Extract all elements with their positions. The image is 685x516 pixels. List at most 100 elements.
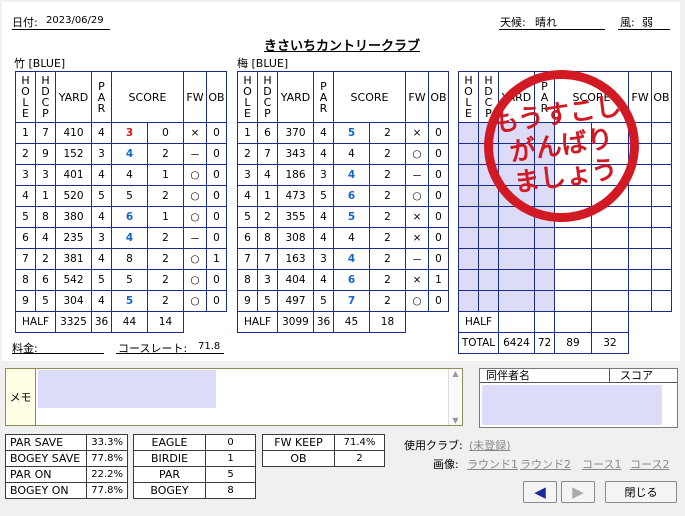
course3-cell <box>458 290 479 312</box>
stats3-row: OB 2 <box>262 450 385 467</box>
course2-score-cell: 6 <box>333 185 370 207</box>
weather-value: 晴れ <box>535 16 557 29</box>
course3-cell <box>590 227 630 249</box>
course1-fw-cell: － <box>183 143 207 165</box>
memo-input[interactable] <box>38 370 216 408</box>
course3-cell <box>458 164 479 186</box>
course1-par-cell: 3 <box>91 227 112 249</box>
course1-par-cell: 3 <box>91 143 112 165</box>
course1-ob-cell: 0 <box>206 143 227 165</box>
back-arrow-icon: ◀ <box>534 483 546 501</box>
course3-cell <box>590 248 630 270</box>
course1-par-cell: 4 <box>91 206 112 228</box>
course3-hole-row <box>458 269 672 291</box>
wind-value: 弱 <box>642 16 653 29</box>
course3-half-cell <box>554 311 592 333</box>
course3-cell <box>628 206 652 228</box>
companion-list[interactable] <box>482 385 662 425</box>
course1-fw-cell: ○ <box>183 206 207 228</box>
course1-hole-row: 7 2 381 4 8 2 ○ 1 <box>15 248 227 270</box>
course2-ob-cell: 1 <box>428 269 449 291</box>
course1-hdcp-cell: 4 <box>35 227 56 249</box>
course2-fw-header: FW <box>405 71 429 123</box>
course2-fw-cell: × <box>405 206 429 228</box>
scroll-down-icon[interactable]: ▼ <box>449 416 462 425</box>
course1-hole-row: 4 1 520 5 5 2 ○ 0 <box>15 185 227 207</box>
course1-putts-cell: 2 <box>146 290 185 312</box>
course2-score-cell: 7 <box>333 290 370 312</box>
course2-par-cell: 4 <box>313 143 334 165</box>
course3-cell <box>628 185 652 207</box>
course1-hole-header: HOLE <box>15 71 36 123</box>
date-label: 日付: <box>12 16 38 29</box>
course1-par-header: PAR <box>91 71 112 123</box>
stats1-row: PAR SAVE 33.3% <box>4 434 128 451</box>
course2-hole-cell: 9 <box>237 290 258 312</box>
course2-ob-cell: 0 <box>428 248 449 270</box>
stats1-label: PAR ON <box>4 466 88 483</box>
rating-underline <box>116 353 224 354</box>
course2-half-blank <box>428 311 449 333</box>
course3-cell <box>534 227 555 249</box>
stats2-label: BOGEY <box>133 482 206 499</box>
course1-yard-cell: 304 <box>55 290 92 312</box>
companion-score-header: スコア <box>610 369 677 383</box>
club-link[interactable]: (未登録) <box>469 437 511 453</box>
course2-putts-cell: 2 <box>368 185 407 207</box>
round1-link[interactable]: ラウンド1 <box>467 456 518 472</box>
course2-hdcp-cell: 2 <box>257 206 278 228</box>
course3-cell <box>651 269 672 291</box>
course3-hole-row <box>458 227 672 249</box>
course2-score-cell: 5 <box>333 206 370 228</box>
stats2-value: 5 <box>205 466 256 483</box>
memo-scrollbar[interactable]: ▲ ▼ <box>448 369 462 425</box>
course1-hdcp-header: HDCP <box>35 71 56 123</box>
course2-link[interactable]: コース2 <box>630 456 669 472</box>
next-button[interactable]: ▶ <box>561 481 595 503</box>
course2-score-cell: 4 <box>333 164 370 186</box>
stats2-row: PAR 5 <box>133 466 256 483</box>
course3-hole-header: HOLE <box>458 71 479 123</box>
course1-par-cell: 5 <box>91 269 112 291</box>
round2-link[interactable]: ラウンド2 <box>520 456 571 472</box>
course3-total-putts: 32 <box>590 332 630 354</box>
stats1-label: BOGEY ON <box>4 482 88 499</box>
course1-link[interactable]: コース1 <box>582 456 621 472</box>
course1-par-cell: 4 <box>91 122 112 144</box>
course2-yard-cell: 343 <box>277 143 314 165</box>
course1-putts-cell: 2 <box>146 185 185 207</box>
close-button[interactable]: 閉じる <box>605 481 677 503</box>
course2-yard-cell: 473 <box>277 185 314 207</box>
course1-hdcp-cell: 8 <box>35 206 56 228</box>
score-type-stats-table: EAGLE 0 BIRDIE 1 PAR 5 BOGEY 8 <box>133 434 256 499</box>
stats1-row: BOGEY SAVE 77.8% <box>4 450 128 467</box>
course3-cell <box>478 185 499 207</box>
course1-hole-cell: 6 <box>15 227 36 249</box>
course1-par-cell: 4 <box>91 164 112 186</box>
course2-hole-header: HOLE <box>237 71 258 123</box>
course2-header-row: H O L E H D C P YARD P A R SCORE FW OB <box>237 71 449 123</box>
course1-table: H O L E H D C P YARD P A R SCORE FW OB 1 7 410 4 3 0 × 0 2 9 152 3… <box>15 71 227 333</box>
stats3-value: 2 <box>334 450 385 467</box>
course2-putts-cell: 2 <box>368 164 407 186</box>
previous-button[interactable]: ◀ <box>523 481 557 503</box>
course1-putts-cell: 2 <box>146 269 185 291</box>
course2-hole-cell: 4 <box>237 185 258 207</box>
course2-hdcp-cell: 3 <box>257 269 278 291</box>
course3-cell <box>498 248 535 270</box>
course3-cell <box>458 248 479 270</box>
course2-ob-cell: 0 <box>428 143 449 165</box>
course2-yard-cell: 355 <box>277 206 314 228</box>
course2-fw-cell: × <box>405 269 429 291</box>
course2-par-cell: 3 <box>313 164 334 186</box>
course1-fw-cell: ○ <box>183 269 207 291</box>
course2-hole-row: 9 5 497 5 7 2 ○ 0 <box>237 290 449 312</box>
scroll-up-icon[interactable]: ▲ <box>449 369 462 378</box>
course1-hole-row: 8 6 542 5 5 2 ○ 0 <box>15 269 227 291</box>
course1-fw-header: FW <box>183 71 207 123</box>
course3-cell <box>458 206 479 228</box>
course3-half-cell <box>590 311 630 333</box>
course2-hole-row: 1 6 370 4 5 2 × 0 <box>237 122 449 144</box>
course1-fw-cell: ○ <box>183 248 207 270</box>
course2-fw-cell: － <box>405 248 429 270</box>
